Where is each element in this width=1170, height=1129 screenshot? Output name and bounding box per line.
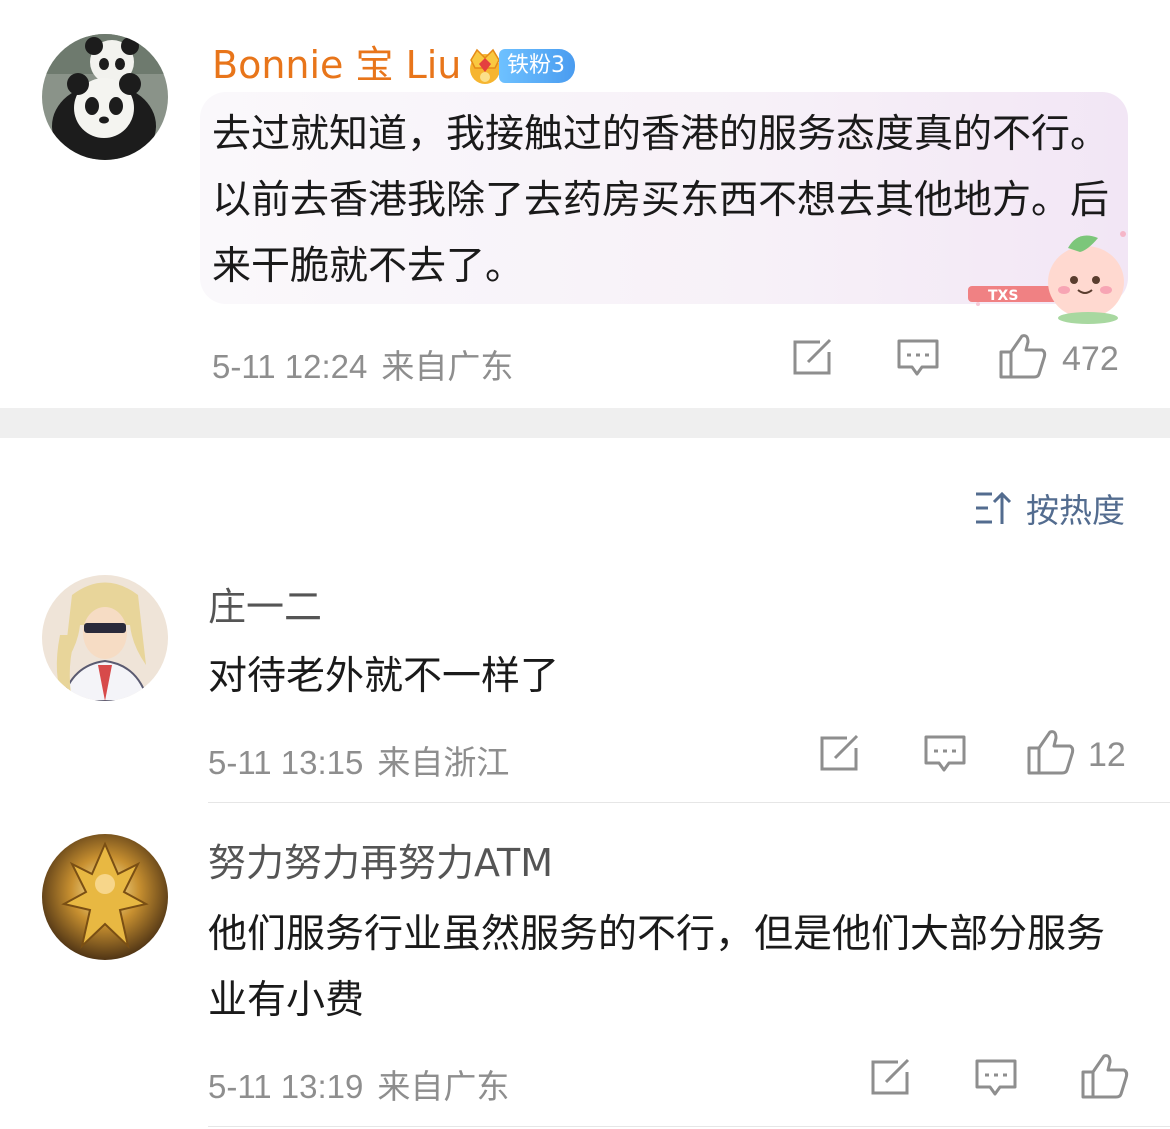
- timestamp: 5-11 12:24: [212, 348, 368, 385]
- comment-text: 对待老外就不一样了: [208, 654, 560, 699]
- like-count: 472: [1062, 340, 1119, 378]
- sort-label: 按热度: [1026, 491, 1125, 530]
- comment-icon[interactable]: [896, 338, 940, 380]
- anime-character-avatar-image: [42, 575, 168, 701]
- section-divider: [0, 408, 1170, 438]
- fan-badge[interactable]: 铁粉3: [463, 44, 575, 88]
- comment-text: 去过就知道，我接触过的香港的服务态度真的不行。以前去香港我除了去药房买东西不想去…: [212, 112, 1110, 289]
- location: 来自广东: [381, 347, 514, 386]
- avatar[interactable]: [42, 575, 168, 701]
- avatar[interactable]: [42, 834, 168, 960]
- panda-avatar-image: [42, 34, 168, 160]
- like-icon[interactable]: [998, 332, 1048, 380]
- comment-separator: [208, 1126, 1170, 1127]
- repost-icon[interactable]: [870, 1058, 912, 1096]
- username[interactable]: Bonnie 宝 Liu: [212, 46, 461, 84]
- username[interactable]: 努力努力再努力ATM: [208, 844, 553, 882]
- like-icon[interactable]: [1080, 1052, 1130, 1100]
- golden-warrior-avatar-image: [42, 834, 168, 960]
- location: 来自广东: [377, 1067, 510, 1106]
- avatar[interactable]: [42, 34, 168, 160]
- username-text[interactable]: Bonnie 宝 Liu: [212, 43, 461, 87]
- comment-meta: 5-11 13:15 来自浙江: [208, 736, 509, 784]
- comment-text: 他们服务行业虽然服务的不行，但是他们大部分服务业有小费: [208, 912, 1106, 1023]
- repost-icon[interactable]: [819, 734, 861, 772]
- comment-meta: 5-11 12:24 来自广东: [212, 340, 513, 388]
- username[interactable]: 庄一二: [208, 588, 322, 626]
- comment-separator: [208, 802, 1170, 803]
- sort-by-hot-button[interactable]: 按热度: [974, 484, 1125, 532]
- comment-icon[interactable]: [923, 734, 967, 776]
- repost-icon[interactable]: [792, 338, 834, 376]
- comment-meta: 5-11 13:19 来自广东: [208, 1060, 509, 1108]
- like-icon[interactable]: [1026, 728, 1076, 776]
- like-count: 12: [1088, 736, 1126, 774]
- fan-level-label: 铁粉3: [499, 49, 575, 83]
- timestamp: 5-11 13:19: [208, 1068, 364, 1105]
- location: 来自浙江: [377, 743, 510, 782]
- timestamp: 5-11 13:15: [208, 744, 364, 781]
- comment-icon[interactable]: [974, 1058, 1018, 1100]
- sort-icon: [976, 491, 1012, 524]
